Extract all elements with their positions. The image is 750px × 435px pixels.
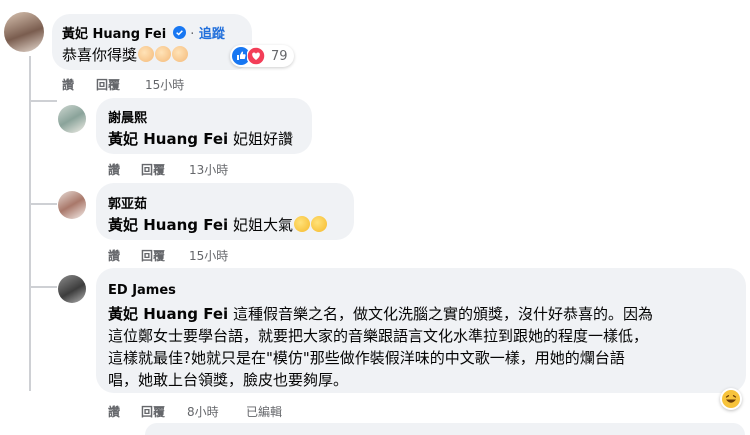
thread-branch: [29, 203, 57, 205]
avatar[interactable]: [4, 12, 44, 52]
author-name[interactable]: 黃妃 Huang Fei: [62, 27, 166, 42]
reaction-count: 79: [271, 49, 288, 64]
like-button[interactable]: 讚: [108, 247, 120, 264]
mention-link[interactable]: 黃妃 Huang Fei: [108, 216, 228, 234]
comment-timestamp[interactable]: 15小時: [145, 76, 184, 93]
clapping-hands-icon: [155, 46, 172, 62]
reply-button[interactable]: 回覆: [96, 76, 120, 93]
avatar[interactable]: [58, 275, 86, 303]
reply-button[interactable]: 回覆: [141, 161, 165, 178]
avatar[interactable]: [58, 191, 86, 219]
love-reaction-icon: [247, 47, 265, 65]
comment-text: 黃妃 Huang Fei 妃姐大氣: [108, 214, 327, 235]
comment-text: 黃妃 Huang Fei 妃姐好讚: [108, 130, 293, 148]
thread-branch: [29, 286, 57, 288]
thread-line: [29, 56, 31, 391]
like-button[interactable]: 讚: [62, 76, 74, 93]
avatar[interactable]: [58, 105, 86, 133]
like-button[interactable]: 讚: [108, 161, 120, 178]
clapping-hands-icon: [293, 216, 310, 232]
like-button[interactable]: 讚: [108, 403, 120, 420]
reply-button[interactable]: 回覆: [141, 247, 165, 264]
follow-link[interactable]: 追蹤: [199, 27, 225, 42]
comment-timestamp[interactable]: 13小時: [189, 161, 228, 178]
comment-author[interactable]: 謝晨熙: [108, 107, 147, 126]
comment-text: 恭喜你得獎: [62, 44, 189, 65]
mention-link[interactable]: 黃妃 Huang Fei: [108, 305, 228, 323]
clapping-hands-icon: [172, 46, 189, 62]
laughing-emoji-icon[interactable]: [720, 388, 742, 410]
thread-branch: [29, 100, 57, 102]
clapping-hands-icon: [138, 46, 155, 62]
reaction-summary[interactable]: 79: [230, 45, 294, 67]
comment-author[interactable]: 郭亚茹: [108, 193, 147, 212]
reply-input[interactable]: [145, 423, 745, 435]
comment-text: 黃妃 Huang Fei 這種假音樂之名，做文化洗腦之實的頒獎，沒什好恭喜的。因…: [108, 305, 653, 389]
comment-timestamp[interactable]: 15小時: [189, 247, 228, 264]
reply-button[interactable]: 回覆: [141, 403, 165, 420]
comment-timestamp[interactable]: 8小時: [187, 403, 219, 420]
comment-author[interactable]: ED James: [108, 283, 176, 298]
mention-link[interactable]: 黃妃 Huang Fei: [108, 130, 228, 148]
edited-label: 已編輯: [246, 405, 283, 419]
verified-badge-icon: [172, 26, 186, 39]
clapping-hands-icon: [310, 216, 327, 232]
comment-author[interactable]: 黃妃 Huang Fei · 追蹤: [62, 23, 225, 42]
